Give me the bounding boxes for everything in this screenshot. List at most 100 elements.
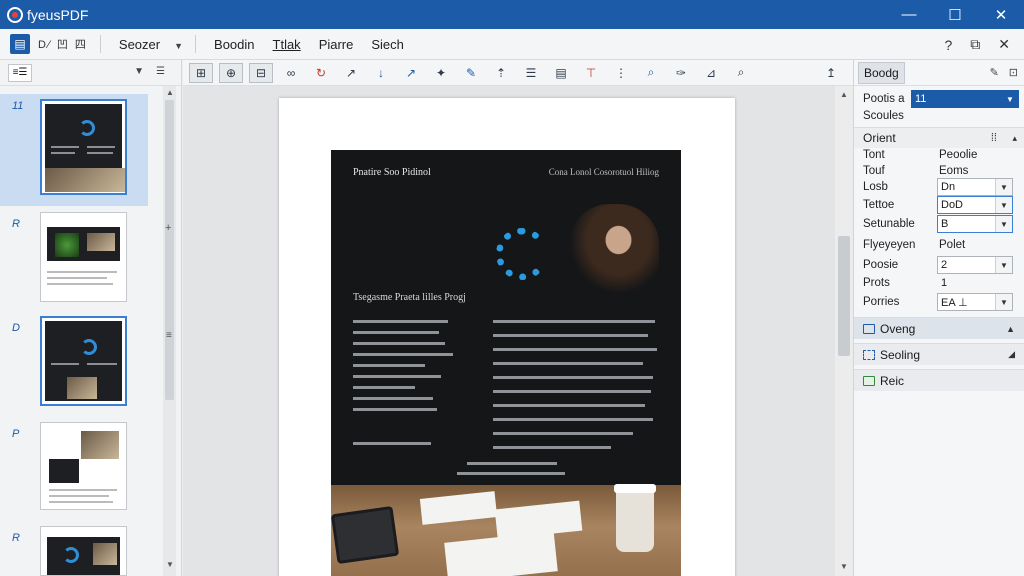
- tablet-image: [331, 505, 400, 565]
- coffee-cup-image: [614, 484, 656, 552]
- text-line: [493, 418, 653, 421]
- section-reic[interactable]: Reic: [854, 369, 1024, 391]
- section-orient[interactable]: Orient ⁞⁞ ▴: [854, 127, 1024, 148]
- scroll-up-icon[interactable]: ▲: [840, 90, 848, 99]
- menu-piarre[interactable]: Piarre: [319, 37, 354, 52]
- porries-select[interactable]: EA ⊥: [937, 293, 1013, 311]
- text-line: [353, 397, 433, 400]
- filter-dropdown-icon[interactable]: ▼: [134, 66, 144, 77]
- search-tool[interactable]: ⌕: [639, 63, 663, 83]
- page-thumbnail-3[interactable]: D: [0, 316, 148, 412]
- setunable-select[interactable]: B: [937, 215, 1013, 233]
- scroll-down-icon[interactable]: ▼: [840, 562, 848, 571]
- select-tool[interactable]: ⊞: [189, 62, 213, 83]
- menu-siech[interactable]: Siech: [371, 37, 404, 52]
- page-number: R: [12, 532, 20, 544]
- thumbnail-menu-icon[interactable]: ☰: [156, 66, 165, 77]
- page-number: P: [12, 428, 20, 440]
- title-bar: fyeusPDF — ☐ ✕: [0, 0, 1024, 29]
- magic-tool[interactable]: ✦: [429, 63, 453, 83]
- link-tool[interactable]: ∞: [279, 63, 303, 83]
- scroll-down-icon[interactable]: ▼: [166, 560, 174, 569]
- text-line: [493, 446, 611, 449]
- arrow-up-tool[interactable]: ↗: [399, 63, 423, 83]
- properties-header: Boodg ✎ ⊡: [854, 60, 1024, 86]
- add-page-icon[interactable]: +: [165, 222, 171, 234]
- menu-boodin[interactable]: Boodin: [214, 37, 254, 52]
- section-oveng-label: Oveng: [880, 321, 916, 336]
- page-thumbnail-1[interactable]: 11: [0, 94, 148, 206]
- thumbnail-scrollbar[interactable]: ▲ + ≡ ▼: [163, 86, 176, 576]
- text-line: [353, 408, 437, 411]
- thumbnail-toolbar: ≡☰ ▼ ☰: [0, 60, 181, 86]
- text-line: [353, 342, 445, 345]
- measure-tool[interactable]: ⊿: [699, 63, 723, 83]
- section-seoling-label: Seoling: [880, 347, 921, 362]
- crop-tool[interactable]: ⊤: [579, 63, 603, 83]
- menu-bar: ▤ D⁄ 凹 四 Seozer Boodin Ttlak Piarre Siec…: [0, 29, 1024, 60]
- section-seoling[interactable]: Seoling ◢: [854, 343, 1024, 365]
- poster-subtitle: Cona Lonol Cosorotuol Hiliog: [548, 167, 659, 177]
- text-line: [353, 442, 431, 445]
- properties-tab[interactable]: Boodg: [858, 61, 905, 84]
- scroll-up-icon[interactable]: ▲: [166, 88, 174, 97]
- page-thumbnail-2[interactable]: R: [0, 212, 148, 308]
- scrollbar-thumb[interactable]: [838, 236, 850, 356]
- thumbnail-view-button[interactable]: ≡☰: [8, 63, 32, 82]
- restore-icon[interactable]: ⧉: [970, 36, 980, 53]
- paper-image: [444, 531, 558, 576]
- help-icon[interactable]: ?: [944, 37, 952, 53]
- page-thumbnail-5[interactable]: R: [0, 526, 148, 576]
- close-button[interactable]: ✕: [978, 0, 1024, 29]
- poster-heading: Tsegasme Praeta lilles Progj: [353, 292, 466, 303]
- list-tool[interactable]: ☰: [519, 63, 543, 83]
- edit-tool[interactable]: ✑: [669, 63, 693, 83]
- losb-select[interactable]: Dn: [937, 178, 1013, 196]
- close-doc-icon[interactable]: ✕: [998, 36, 1010, 53]
- panel-options-icon[interactable]: ⊡: [1009, 66, 1018, 79]
- hand-tool[interactable]: ⊕: [219, 62, 243, 83]
- minimize-button[interactable]: —: [886, 0, 932, 29]
- text-line: [493, 334, 648, 337]
- tettoe-select[interactable]: DoD: [937, 196, 1013, 214]
- section-reic-label: Reic: [880, 373, 905, 388]
- page-thumbnail-4[interactable]: P: [0, 422, 148, 518]
- page-tool[interactable]: ▤: [549, 63, 573, 83]
- text-line: [353, 331, 439, 334]
- page-option-icon[interactable]: ≡: [166, 330, 172, 341]
- section-oveng[interactable]: Oveng ▲: [854, 317, 1024, 339]
- text-line: [493, 376, 653, 379]
- pen-tool[interactable]: ✎: [459, 63, 483, 83]
- chevron-up-icon[interactable]: ▴: [1012, 133, 1017, 144]
- grid-icon[interactable]: ⁞⁞: [991, 132, 997, 144]
- rotate-tool[interactable]: ↻: [309, 63, 333, 83]
- page-number: D: [12, 322, 20, 334]
- snapshot-tool[interactable]: ⊟: [249, 62, 273, 83]
- menu-ttlak[interactable]: Ttlak: [273, 37, 301, 52]
- document-canvas[interactable]: Pnatire Soo Pidinol Cona Lonol Cosorotuo…: [183, 86, 835, 576]
- scrollbar-thumb[interactable]: [165, 100, 174, 400]
- arrow-down-tool[interactable]: ↓: [369, 63, 393, 83]
- pin-tool[interactable]: ↥: [819, 63, 843, 83]
- file-text-icon[interactable]: ▤: [10, 34, 30, 54]
- draw-tool[interactable]: ↗: [339, 63, 363, 83]
- grid-tool[interactable]: ⋮: [609, 63, 633, 83]
- main-toolbar: ⊞ ⊕ ⊟ ∞ ↻ ↗ ↓ ↗ ✦ ✎ ⇡ ☰ ▤ ⊤ ⋮ ⌕ ✑ ⊿ ⌕ ↥: [183, 60, 853, 86]
- text-up-tool[interactable]: ⇡: [489, 63, 513, 83]
- edit-icon[interactable]: ✎: [990, 66, 999, 79]
- pootis-select[interactable]: 11: [911, 90, 1019, 108]
- expand-icon[interactable]: ◢: [1008, 349, 1015, 360]
- poosie-select[interactable]: 2: [937, 256, 1013, 274]
- prots-field[interactable]: 1: [937, 274, 967, 292]
- text-line: [353, 320, 448, 323]
- document-scrollbar[interactable]: ▲ ▼: [835, 86, 853, 576]
- quick-access-icons[interactable]: D⁄ 凹 四: [38, 36, 88, 52]
- zoom-tool[interactable]: ⌕: [729, 63, 753, 83]
- collapse-icon[interactable]: ▲: [1006, 324, 1015, 334]
- page-number: R: [12, 218, 20, 230]
- text-line: [493, 320, 655, 323]
- pdf-page[interactable]: Pnatire Soo Pidinol Cona Lonol Cosorotuo…: [279, 98, 735, 576]
- menu-seozer[interactable]: Seozer: [119, 37, 183, 52]
- maximize-button[interactable]: ☐: [932, 0, 978, 29]
- text-line: [493, 362, 643, 365]
